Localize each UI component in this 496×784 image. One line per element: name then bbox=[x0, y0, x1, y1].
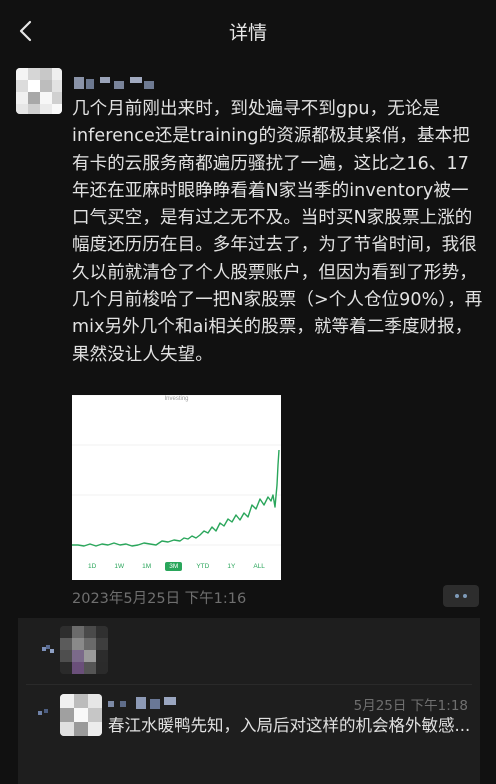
author-nickname-blurred[interactable] bbox=[74, 75, 158, 91]
chart-watermark: Investing bbox=[164, 396, 189, 402]
comment-icon bbox=[38, 704, 54, 716]
heart-icon bbox=[42, 642, 60, 656]
range-1m[interactable]: 1M bbox=[138, 562, 155, 571]
post-text: 几个月前刚出来时，到处遍寻不到gpu，无论是inference还是trainin… bbox=[72, 99, 483, 365]
chart-gridlines bbox=[72, 444, 281, 546]
price-line bbox=[72, 449, 280, 547]
more-dots-icon bbox=[463, 594, 467, 598]
range-3m[interactable]: 3M bbox=[165, 562, 183, 571]
commenter-avatar[interactable] bbox=[60, 694, 102, 736]
range-1y[interactable]: 1Y bbox=[223, 562, 239, 571]
comment-time: 5月25日 下午1:18 bbox=[353, 698, 468, 714]
stock-line-chart bbox=[72, 395, 281, 547]
panel-divider bbox=[26, 684, 472, 685]
more-dots-icon bbox=[455, 594, 459, 598]
range-all[interactable]: ALL bbox=[249, 562, 269, 571]
likes-comments-panel: 5月25日 下午1:18 春江水暖鸭先知，入局后对这样的机会格外敏感... bbox=[18, 618, 480, 784]
liker-avatar[interactable] bbox=[60, 626, 108, 674]
range-ytd[interactable]: YTD bbox=[192, 562, 213, 571]
comment-text[interactable]: 春江水暖鸭先知，入局后对这样的机会格外敏感... bbox=[108, 714, 476, 737]
range-1d[interactable]: 1D bbox=[84, 562, 100, 571]
author-avatar[interactable] bbox=[16, 68, 62, 114]
post-image[interactable]: Investing 1D 1W 1M 3M YTD 1Y ALL bbox=[72, 395, 281, 580]
post-timestamp: 2023年5月25日 下午1:16 bbox=[72, 591, 247, 607]
more-actions-button[interactable] bbox=[443, 585, 479, 607]
nav-header: 详情 bbox=[0, 0, 496, 62]
page-title: 详情 bbox=[228, 22, 267, 44]
range-selector: 1D 1W 1M 3M YTD 1Y ALL bbox=[84, 562, 269, 571]
range-1w[interactable]: 1W bbox=[110, 562, 128, 571]
commenter-name-blurred[interactable] bbox=[108, 696, 184, 710]
